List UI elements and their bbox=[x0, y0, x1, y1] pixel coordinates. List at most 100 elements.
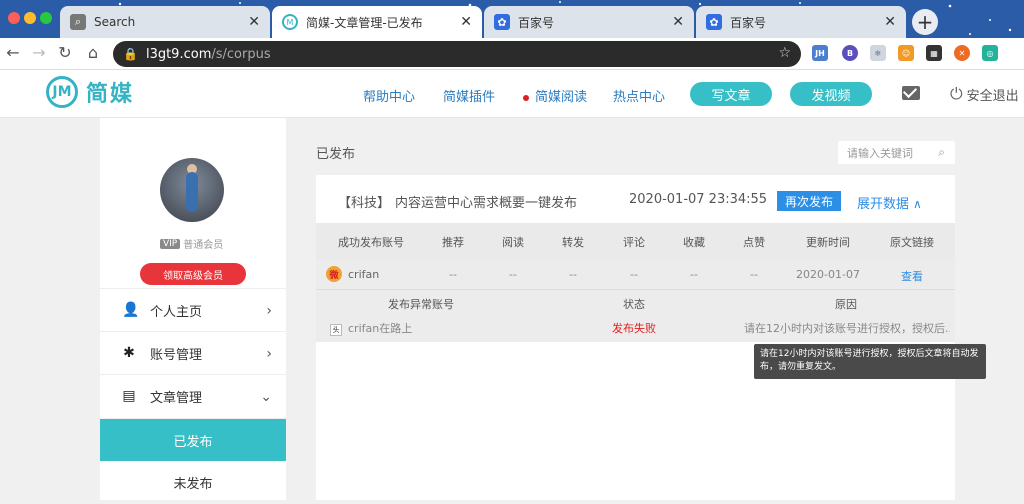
home-icon[interactable]: ⌂ bbox=[82, 43, 104, 62]
ext-gear-icon[interactable]: ❄ bbox=[870, 45, 886, 61]
upgrade-member-button[interactable]: 领取高级会员 bbox=[140, 263, 246, 285]
back-icon[interactable]: ← bbox=[2, 43, 24, 62]
column-header: 转发 bbox=[562, 236, 584, 249]
ext-orange-icon[interactable]: ☺ bbox=[898, 45, 914, 61]
stat-forward: -- bbox=[569, 268, 577, 281]
tab-baijiahao-2[interactable]: ✿ 百家号 ✕ bbox=[696, 6, 906, 38]
tab-label: 百家号 bbox=[730, 15, 767, 30]
error-account: 头 crifan在路上 bbox=[330, 320, 412, 336]
lock-icon: 🔒 bbox=[123, 47, 138, 61]
forward-icon[interactable]: → bbox=[28, 43, 50, 62]
article-time: 2020-01-07 23:34:55 bbox=[629, 192, 768, 207]
document-icon: ▤ bbox=[122, 388, 136, 404]
tab-baijiahao-1[interactable]: ✿ 百家号 ✕ bbox=[484, 6, 694, 38]
nav-reading[interactable]: 简媒阅读 bbox=[523, 86, 587, 105]
stat-favorite: -- bbox=[690, 268, 698, 281]
table-row: 微 crifan -- -- -- -- -- -- 2020-01-07 查看 bbox=[316, 259, 955, 290]
address-bar[interactable]: 🔒 l3gt9.com/s/corpus ☆ bbox=[113, 41, 801, 67]
expand-label: 展开数据 bbox=[857, 197, 910, 212]
logo-mark: JM bbox=[46, 76, 78, 108]
window-minimize-button[interactable] bbox=[24, 12, 36, 24]
search-placeholder: 请输入关键词 bbox=[847, 146, 913, 160]
ext-b-icon[interactable]: B bbox=[842, 45, 858, 61]
search-input[interactable]: 请输入关键词 ⌕ bbox=[838, 141, 955, 164]
error-reason[interactable]: 请在12小时内对该账号进行授权，授权后... bbox=[744, 320, 950, 336]
logo-text: 简媒 bbox=[86, 82, 135, 107]
column-header: 收藏 bbox=[683, 236, 705, 249]
url-text: l3gt9.com/s/corpus bbox=[146, 47, 271, 62]
sidebar-item-articles[interactable]: ▤ 文章管理 ⌄ bbox=[100, 374, 286, 417]
reload-icon[interactable]: ↻ bbox=[54, 43, 76, 62]
column-header: 成功发布账号 bbox=[338, 236, 404, 249]
chevron-right-icon: › bbox=[266, 303, 272, 319]
sidebar-item-unpublished[interactable]: 未发布 bbox=[100, 461, 286, 504]
article-category: 【科技】 bbox=[338, 196, 391, 211]
post-video-button[interactable]: 发视频 bbox=[790, 82, 872, 106]
logout-button[interactable]: ⏻ 安全退出 bbox=[950, 84, 1019, 104]
tab-close-icon[interactable]: ✕ bbox=[884, 14, 896, 30]
window-close-button[interactable] bbox=[8, 12, 20, 24]
sidebar-item-published[interactable]: 已发布 bbox=[100, 418, 286, 461]
column-header: 状态 bbox=[623, 298, 645, 311]
view-original-link[interactable]: 查看 bbox=[882, 268, 942, 284]
chevron-down-icon: ⌄ bbox=[260, 389, 272, 405]
page-title: 已发布 bbox=[316, 147, 356, 162]
sidebar-item-label: 个人主页 bbox=[150, 304, 203, 320]
sidebar: VIP 普通会员 领取高级会员 👤 个人主页 › ✱ 账号管理 › ▤ 文章管理… bbox=[100, 118, 286, 500]
column-header: 发布异常账号 bbox=[388, 298, 454, 311]
mail-icon[interactable] bbox=[902, 86, 920, 100]
paw-icon: ✿ bbox=[494, 14, 510, 30]
member-level: VIP 普通会员 bbox=[160, 236, 223, 251]
person-icon: 👤 bbox=[122, 302, 140, 318]
article-card: 【科技】 内容运营中心需求概要一键发布 2020-01-07 23:34:55 … bbox=[316, 175, 955, 500]
status-badge: 发布失败 bbox=[612, 322, 656, 335]
avatar[interactable] bbox=[160, 158, 224, 222]
tab-close-icon[interactable]: ✕ bbox=[248, 14, 260, 30]
search-icon[interactable]: ⌕ bbox=[938, 145, 945, 160]
tab-label: 简媒-文章管理-已发布 bbox=[306, 15, 423, 30]
reason-tooltip: 请在12小时内对该账号进行授权，授权后文章将自动发布，请勿重复发文。 bbox=[754, 344, 986, 379]
nav-help-center[interactable]: 帮助中心 bbox=[363, 86, 415, 105]
sidebar-item-profile[interactable]: 👤 个人主页 › bbox=[100, 288, 286, 331]
column-header: 阅读 bbox=[502, 236, 524, 249]
nav-reading-label: 简媒阅读 bbox=[535, 90, 588, 105]
republish-button[interactable]: 再次发布 bbox=[777, 191, 841, 211]
write-article-button[interactable]: 写文章 bbox=[690, 82, 772, 106]
sidebar-item-label: 账号管理 bbox=[150, 347, 203, 363]
published-account: 微 crifan bbox=[326, 266, 379, 282]
new-tab-button[interactable]: + bbox=[912, 9, 938, 35]
nav-plugin[interactable]: 简媒插件 bbox=[443, 86, 495, 105]
column-header: 更新时间 bbox=[806, 236, 850, 249]
column-header: 评论 bbox=[623, 236, 645, 249]
ext-green-icon[interactable]: ◎ bbox=[982, 45, 998, 61]
window-zoom-button[interactable] bbox=[40, 12, 52, 24]
ext-x-icon[interactable]: ✕ bbox=[954, 45, 970, 61]
bookmark-star-icon[interactable]: ☆ bbox=[778, 45, 791, 61]
weibo-icon: 微 bbox=[326, 266, 342, 282]
search-icon: ⌕ bbox=[70, 14, 86, 30]
stat-read: -- bbox=[509, 268, 517, 281]
ext-qr-icon[interactable]: ▦ bbox=[926, 45, 942, 61]
jianmei-icon: M bbox=[282, 14, 298, 30]
nav-hot-center[interactable]: 热点中心 bbox=[613, 86, 665, 105]
sidebar-item-label: 文章管理 bbox=[150, 390, 203, 406]
tab-jianmei-published[interactable]: M 简媒-文章管理-已发布 ✕ bbox=[272, 6, 482, 38]
tab-close-icon[interactable]: ✕ bbox=[672, 14, 684, 30]
red-dot-icon bbox=[523, 94, 529, 101]
chevron-up-icon: ∧ bbox=[913, 197, 922, 211]
accounts-icon: ✱ bbox=[123, 345, 135, 361]
member-label: 普通会员 bbox=[183, 240, 224, 251]
avatar-body bbox=[186, 172, 198, 212]
site-header: JM 简媒 帮助中心 简媒插件 简媒阅读 热点中心 写文章 发视频 ⏻ 安全退出 bbox=[0, 70, 1024, 118]
power-icon: ⏻ bbox=[950, 84, 963, 103]
ext-jh-icon[interactable]: JH bbox=[812, 45, 828, 61]
site-logo[interactable]: JM 简媒 bbox=[46, 76, 134, 108]
sidebar-item-accounts[interactable]: ✱ 账号管理 › bbox=[100, 331, 286, 374]
article-title[interactable]: 内容运营中心需求概要一键发布 bbox=[395, 192, 577, 211]
tab-label: Search bbox=[94, 15, 136, 29]
stat-comment: -- bbox=[630, 268, 638, 281]
tab-search[interactable]: ⌕ Search ✕ bbox=[60, 6, 270, 38]
column-header: 点赞 bbox=[743, 236, 765, 249]
tab-close-icon[interactable]: ✕ bbox=[460, 14, 472, 30]
expand-data-link[interactable]: 展开数据 ∧ bbox=[857, 193, 922, 212]
